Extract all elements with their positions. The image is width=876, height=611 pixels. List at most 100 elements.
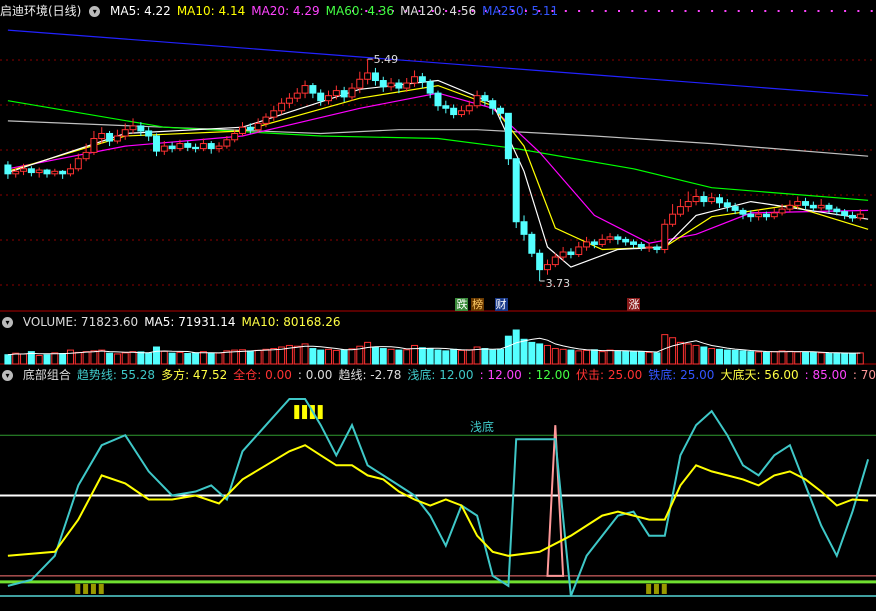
candle-body <box>4 164 12 175</box>
indicator-panel: 浅底 <box>0 398 876 597</box>
candle-body <box>614 236 622 240</box>
candle-body <box>598 238 606 245</box>
candle <box>215 142 223 153</box>
candle-body <box>762 213 770 218</box>
volume-bar <box>207 352 215 365</box>
candle <box>137 122 145 136</box>
candle-body <box>66 168 74 175</box>
candle <box>473 90 481 109</box>
signal-dot <box>591 10 594 12</box>
candle-body <box>301 85 309 94</box>
candle-body <box>27 168 35 174</box>
volume-bar <box>755 351 763 365</box>
candle-body <box>59 170 67 175</box>
candle-body <box>778 208 786 214</box>
candle-body <box>473 95 481 107</box>
volume-bar <box>184 352 192 365</box>
candle <box>168 142 176 153</box>
candle <box>152 133 160 157</box>
volume-bar <box>520 338 528 365</box>
volume-bar <box>199 351 207 365</box>
indicator-legend-item-13: : 70.00 <box>852 368 876 382</box>
volume-bar <box>192 352 200 365</box>
candle-body <box>418 76 426 83</box>
price-legend-item-0: MA5: 4.22 <box>110 4 171 18</box>
candle <box>755 209 763 221</box>
candle <box>192 143 200 153</box>
candle-body <box>364 72 372 80</box>
candle-body <box>356 78 364 89</box>
olive-marker <box>98 583 104 594</box>
candle-body <box>82 151 90 160</box>
candle-body <box>497 107 505 114</box>
yellow-marker <box>294 405 300 420</box>
candle <box>629 239 637 249</box>
candle-body <box>825 204 833 210</box>
candle-body <box>747 213 755 218</box>
candle <box>770 207 778 220</box>
volume-bar <box>332 349 340 365</box>
volume-bar <box>20 353 28 365</box>
signal-dot <box>764 10 767 12</box>
volume-bar <box>66 349 74 365</box>
volume-bar <box>325 348 333 365</box>
volume-bar <box>817 352 825 365</box>
indicator-legend-item-5: 趋线: -2.78 <box>338 368 402 382</box>
olive-marker <box>90 583 96 594</box>
candle-body <box>606 236 614 240</box>
chart-stage: 5.49 3.73 浅底 启迪环境(日线) ▾ MA5: 4.22 MA10: 4.… <box>0 0 876 611</box>
candle-body <box>575 246 583 256</box>
indicator-legend-item-0: 底部组合 <box>22 368 71 382</box>
volume-bar <box>43 354 51 365</box>
candle <box>309 83 317 99</box>
shallow-level-label: 浅底 <box>470 419 494 434</box>
candle <box>301 80 309 99</box>
volume-bar <box>176 351 184 365</box>
candle-body <box>239 126 247 134</box>
volume-bar <box>418 347 426 365</box>
volume-bar <box>629 351 637 365</box>
candle-body <box>262 116 270 124</box>
volume-bar <box>160 350 168 365</box>
candle <box>536 249 544 281</box>
volume-bar <box>106 352 114 365</box>
candle-body <box>51 170 59 175</box>
circle-toggle-icon[interactable]: ▾ <box>89 6 101 17</box>
volume-bar <box>340 349 348 365</box>
candle <box>27 166 35 177</box>
candle <box>207 141 215 154</box>
candle <box>583 236 591 251</box>
indicator-header: ▾ 底部组合 趋势线: 55.28 多方: 47.52 全仓: 0.00: 0.00 趋… <box>0 366 876 384</box>
signal-dot <box>684 10 687 12</box>
candle-body <box>481 95 489 102</box>
candle-body <box>246 126 254 131</box>
candle-body <box>379 80 387 88</box>
candle <box>802 197 810 210</box>
indicator-legend-item-10: 铁底: 25.00 <box>648 368 715 382</box>
candle <box>786 200 794 212</box>
volume-legend-item-1: MA5: 71931.14 <box>144 315 236 329</box>
candle-body <box>622 238 630 243</box>
volume-bar <box>606 349 614 365</box>
candle <box>317 89 325 106</box>
candle <box>739 207 747 220</box>
volume-bar <box>598 351 606 365</box>
volume-bar <box>379 348 387 365</box>
candle-body <box>770 212 778 218</box>
volume-bar <box>90 350 98 365</box>
volume-legend: VOLUME: 71823.60 MA5: 71931.14 MA10: 80168… <box>23 315 347 329</box>
candle-body <box>371 72 379 82</box>
price-ma-legend: MA5: 4.22 MA10: 4.14 MA20: 4.29 MA60: 4.36 M… <box>110 4 564 18</box>
volume-bar <box>395 349 403 365</box>
circle-toggle-icon[interactable]: ▾ <box>2 317 13 328</box>
volume-bar <box>152 346 160 365</box>
volume-bar <box>121 352 129 365</box>
candle-body <box>137 125 145 132</box>
volume-bar <box>637 351 645 365</box>
candle-body <box>637 243 645 248</box>
circle-toggle-icon[interactable]: ▾ <box>2 370 13 381</box>
candle <box>512 158 520 229</box>
volume-bar <box>98 349 106 365</box>
candle <box>4 161 12 179</box>
candle <box>676 199 684 217</box>
